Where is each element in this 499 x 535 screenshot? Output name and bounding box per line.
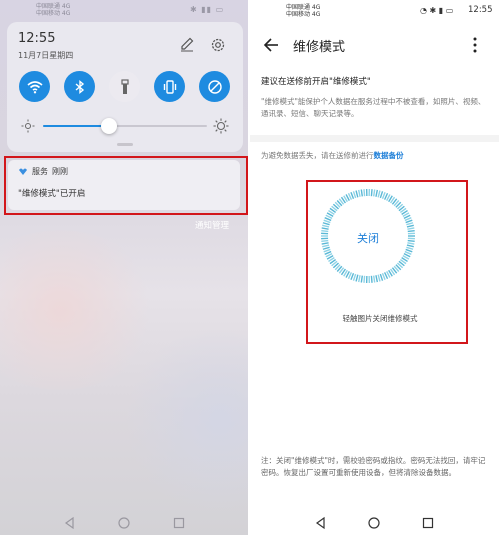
auto-rotate-icon	[207, 79, 222, 94]
clock: 12:55	[18, 31, 56, 46]
brightness-knob[interactable]	[100, 118, 117, 134]
signal-icon: ▮▮	[201, 5, 213, 14]
back-nav-icon[interactable]	[314, 516, 328, 530]
maintenance-mode-screen: 中国联通 4G 中国移动 4G ◔ ✱ ▮ ▭ 12:55 维修模式 建议在送修…	[250, 0, 499, 535]
navigation-bar	[0, 510, 248, 535]
flashlight-icon	[120, 78, 129, 94]
navigation-bar	[250, 510, 499, 535]
vibrate-icon	[163, 79, 176, 94]
description-text: "维修模式"能保护个人数据在服务过程中不被查看，如照片、视频、通讯录、短信、聊天…	[261, 97, 486, 118]
back-nav-icon[interactable]	[63, 516, 77, 530]
bluetooth-icon: ✱	[190, 5, 198, 14]
flashlight-tile[interactable]	[109, 71, 140, 102]
more-options-icon[interactable]	[472, 36, 478, 54]
battery-icon: ▭	[445, 6, 454, 15]
brightness-fill	[43, 125, 109, 127]
edit-icon[interactable]	[179, 36, 195, 52]
status-icons: ✱ ▮▮ ▭	[190, 5, 224, 14]
status-time: 12:55	[468, 5, 493, 15]
home-nav-icon[interactable]	[117, 516, 131, 530]
panel-drag-handle[interactable]	[117, 143, 133, 146]
notification-manage-link[interactable]: 通知管理	[195, 219, 229, 231]
page-title: 维修模式	[293, 40, 346, 55]
quick-settings-panel: 12:55 11月7日星期四	[7, 22, 243, 152]
carrier-1: 中国联通 4G	[286, 4, 321, 11]
bluetooth-icon	[75, 79, 84, 94]
bluetooth-tile[interactable]	[64, 71, 95, 102]
status-bar: 中国联通 4G 中国移动 4G ✱ ▮▮ ▭	[0, 0, 248, 20]
wifi-tile[interactable]	[19, 71, 50, 102]
brightness-high-icon	[213, 118, 229, 134]
status-icons: ◔ ✱ ▮ ▭	[420, 6, 453, 15]
alarm-icon: ◔	[420, 6, 427, 15]
section-title: 建议在送修前开启"维修模式"	[261, 77, 371, 87]
battery-icon: ▭	[215, 5, 225, 14]
home-nav-icon[interactable]	[367, 516, 381, 530]
dial-hint: 轻触图片关闭维修模式	[342, 314, 418, 323]
carrier-info: 中国联通 4G 中国移动 4G	[36, 3, 70, 17]
data-backup-link[interactable]: 数据备份	[374, 151, 404, 160]
carrier-2: 中国移动 4G	[286, 11, 321, 18]
brightness-low-icon	[21, 119, 35, 133]
wifi-icon	[26, 80, 43, 93]
bluetooth-icon: ✱	[429, 6, 437, 15]
wallpaper-blob	[0, 230, 160, 390]
backup-prefix: 为避免数据丢失，请在送修前进行	[261, 151, 374, 160]
carrier-1: 中国联通 4G	[36, 3, 71, 10]
carrier-info: 中国联通 4G 中国移动 4G	[286, 4, 320, 18]
notification-shade: 中国联通 4G 中国移动 4G ✱ ▮▮ ▭ 12:55 11月7日星期四 服务…	[0, 0, 248, 535]
app-bar: 维修模式	[250, 28, 499, 62]
gear-icon[interactable]	[209, 36, 227, 54]
auto-rotate-tile[interactable]	[199, 71, 230, 102]
status-bar: 中国联通 4G 中国移动 4G ◔ ✱ ▮ ▭ 12:55	[250, 0, 499, 22]
backup-hint: 为避免数据丢失，请在送修前进行数据备份	[261, 150, 404, 161]
recents-nav-icon[interactable]	[421, 516, 435, 530]
date: 11月7日星期四	[18, 51, 74, 60]
section-divider	[250, 135, 499, 142]
recents-nav-icon[interactable]	[172, 516, 186, 530]
vibrate-tile[interactable]	[154, 71, 185, 102]
back-arrow-icon[interactable]	[262, 36, 280, 54]
note-text: 注：关闭"维修模式"时，需校验密码或指纹。密码无法找回，请牢记密码。恢复出厂设置…	[261, 456, 486, 477]
carrier-2: 中国移动 4G	[36, 10, 71, 17]
brightness-slider[interactable]	[21, 118, 231, 134]
signal-icon: ▮	[438, 6, 444, 15]
highlight-box	[4, 156, 248, 215]
